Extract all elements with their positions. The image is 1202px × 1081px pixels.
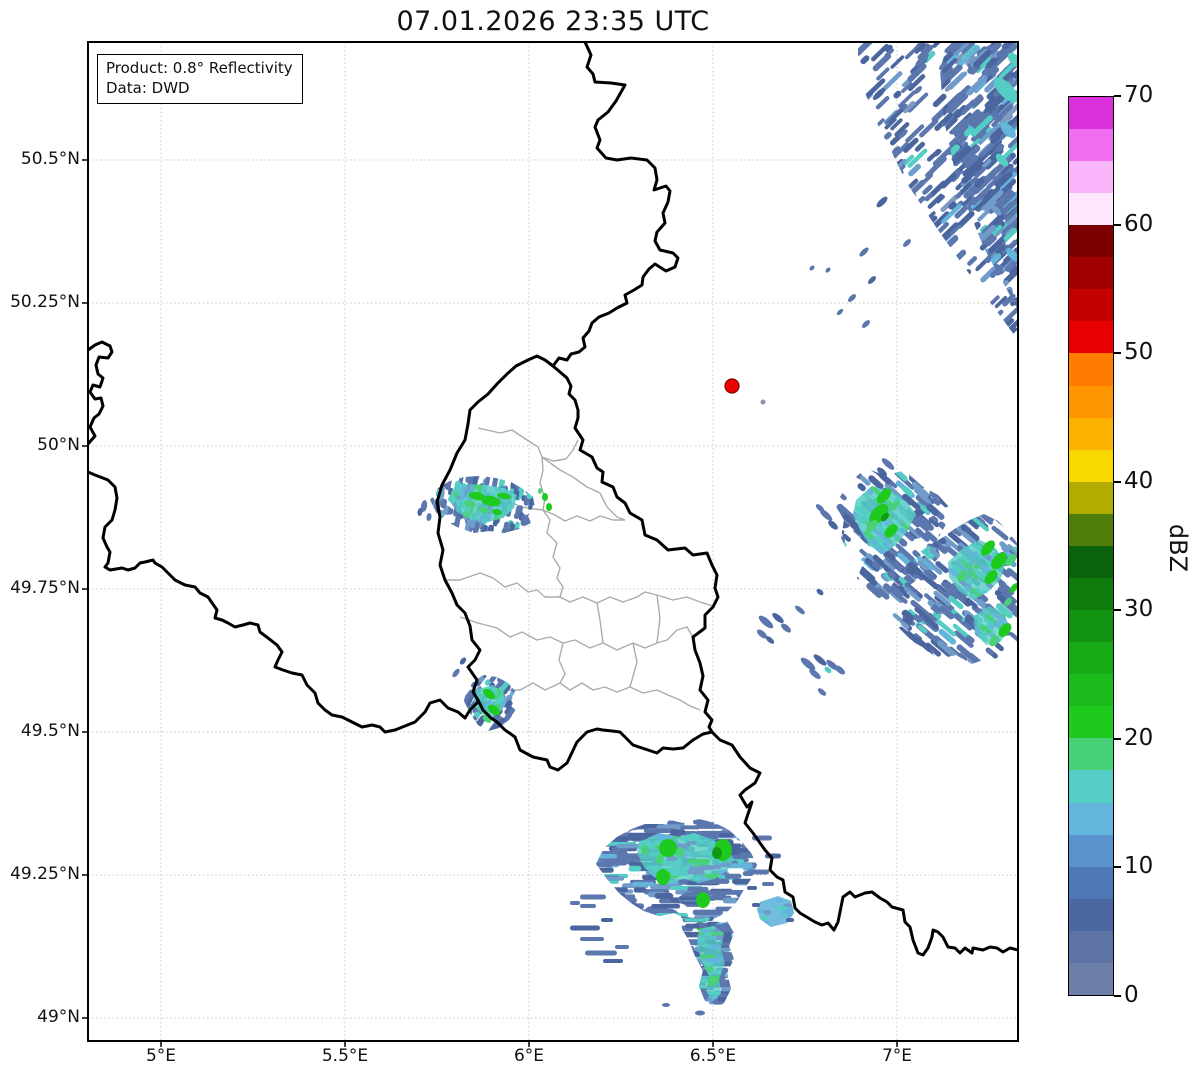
colorbar-band bbox=[1069, 770, 1113, 803]
data-source-line: Data: DWD bbox=[106, 79, 190, 98]
y-tick-label: 49.5°N bbox=[20, 721, 80, 741]
colorbar-band bbox=[1069, 513, 1113, 546]
colorbar-band bbox=[1069, 353, 1113, 386]
colorbar-tick-label: 10 bbox=[1124, 853, 1154, 879]
y-tick-label: 49°N bbox=[37, 1007, 80, 1027]
colorbar-band bbox=[1069, 866, 1113, 899]
colorbar-band bbox=[1069, 577, 1113, 611]
colorbar-band bbox=[1069, 128, 1113, 161]
colorbar-band bbox=[1069, 449, 1113, 482]
colorbar-tick-mark bbox=[1114, 738, 1121, 740]
colorbar-band bbox=[1069, 193, 1113, 226]
colorbar-band bbox=[1069, 257, 1113, 290]
colorbar-tick-mark bbox=[1114, 352, 1121, 354]
product-info-box: Product: 0.8° Reflectivity Data: DWD bbox=[97, 54, 303, 104]
colorbar-band bbox=[1069, 610, 1113, 643]
colorbar-tick-label: 30 bbox=[1124, 596, 1154, 622]
radar-site-marker bbox=[724, 378, 740, 394]
colorbar-band bbox=[1069, 834, 1113, 867]
colorbar-tick-label: 60 bbox=[1124, 211, 1154, 237]
y-tick-label: 50.5°N bbox=[20, 149, 80, 169]
y-tick-label: 50.25°N bbox=[10, 292, 80, 312]
x-tick-label: 5°E bbox=[145, 1046, 177, 1066]
colorbar bbox=[1068, 96, 1114, 996]
colorbar-tick-label: 0 bbox=[1124, 982, 1139, 1008]
colorbar-band bbox=[1069, 930, 1113, 963]
x-tick-label: 6.5°E bbox=[689, 1046, 737, 1066]
colorbar-band bbox=[1069, 674, 1113, 707]
radar-figure: 07.01.2026 23:35 UTC Product: 0.8° Refle… bbox=[0, 0, 1202, 1081]
colorbar-band bbox=[1069, 481, 1113, 514]
colorbar-tick-mark bbox=[1114, 866, 1121, 868]
radar-echoes bbox=[417, 42, 1018, 1016]
colorbar-tick-mark bbox=[1114, 609, 1121, 611]
colorbar-tick-label: 50 bbox=[1124, 339, 1154, 365]
colorbar-tick-mark bbox=[1114, 95, 1121, 97]
x-tick-label: 7°E bbox=[881, 1046, 913, 1066]
colorbar-band bbox=[1069, 898, 1113, 931]
colorbar-tick-mark bbox=[1114, 224, 1121, 226]
colorbar-tick-mark bbox=[1114, 481, 1121, 483]
colorbar-band bbox=[1069, 96, 1113, 129]
map-canvas bbox=[82, 41, 1019, 1047]
x-tick-label: 5.5°E bbox=[321, 1046, 369, 1066]
colorbar-band bbox=[1069, 385, 1113, 418]
colorbar-band bbox=[1069, 962, 1113, 995]
colorbar-band bbox=[1069, 289, 1113, 322]
product-line: Product: 0.8° Reflectivity bbox=[106, 59, 293, 77]
colorbar-band bbox=[1069, 417, 1113, 450]
x-tick-label: 6°E bbox=[513, 1046, 545, 1066]
admin-borders bbox=[441, 427, 714, 711]
colorbar-band bbox=[1069, 160, 1113, 194]
colorbar-band bbox=[1069, 802, 1113, 835]
colorbar-tick-mark bbox=[1114, 995, 1121, 997]
colorbar-band bbox=[1069, 321, 1113, 354]
y-tick-label: 50°N bbox=[37, 435, 80, 455]
map-content bbox=[88, 42, 1018, 1041]
colorbar-band bbox=[1069, 738, 1113, 771]
colorbar-band bbox=[1069, 706, 1113, 739]
y-tick-label: 49.25°N bbox=[10, 864, 80, 884]
colorbar-band bbox=[1069, 545, 1113, 578]
colorbar-tick-label: 70 bbox=[1124, 82, 1154, 108]
colorbar-axis-label: dBZ bbox=[1164, 523, 1192, 573]
y-tick-label: 49.75°N bbox=[10, 578, 80, 598]
colorbar-band bbox=[1069, 642, 1113, 675]
colorbar-tick-label: 20 bbox=[1124, 725, 1154, 751]
colorbar-band bbox=[1069, 225, 1113, 258]
colorbar-tick-label: 40 bbox=[1124, 468, 1154, 494]
